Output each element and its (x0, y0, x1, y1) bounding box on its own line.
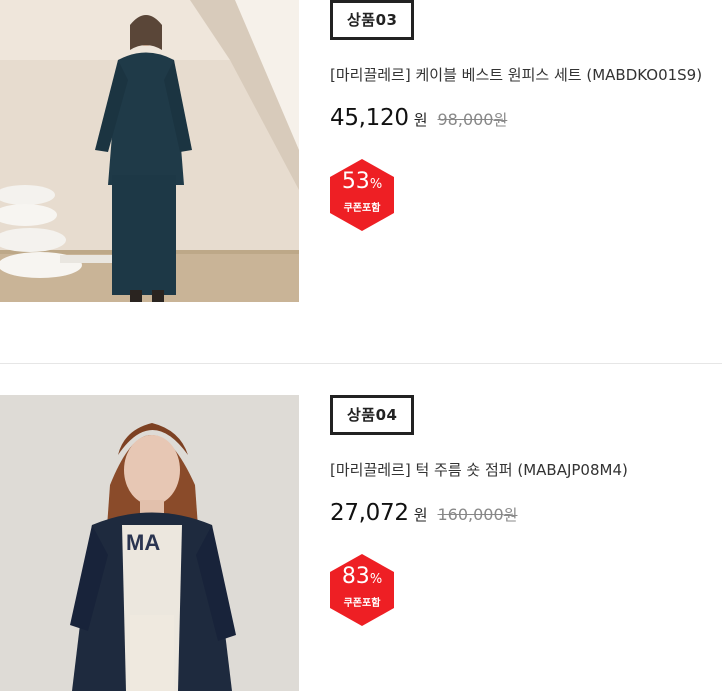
product-image[interactable]: MA (0, 395, 299, 691)
product-number-badge: 상품03 (330, 0, 415, 40)
discount-value: 83 (341, 564, 370, 589)
product-number-badge: 상품04 (330, 395, 415, 435)
discount-symbol: % (369, 572, 383, 587)
product-card: 상품03 [마리끌레르] 케이블 베스트 원피스 세트 (MABDKO01S9)… (0, 0, 722, 302)
svg-text:MA: MA (126, 530, 160, 555)
discount-value: 53 (341, 169, 370, 194)
product-image[interactable] (0, 0, 299, 302)
original-price-unit: 원 (503, 506, 518, 524)
discount-badge: 83% 쿠폰포함 (330, 554, 394, 626)
coupon-included-label: 쿠폰포함 (343, 203, 381, 214)
discount-badge: 53% 쿠폰포함 (330, 159, 394, 231)
sale-price-unit: 원 (413, 506, 428, 524)
divider (0, 363, 722, 364)
discount-rate: 83% (330, 564, 394, 593)
product-info: 상품03 [마리끌레르] 케이블 베스트 원피스 세트 (MABDKO01S9)… (330, 0, 722, 231)
coupon-included-label: 쿠폰포함 (343, 598, 381, 609)
original-price-unit: 원 (493, 111, 508, 129)
price-row: 27,072 원 160,000원 (330, 500, 722, 530)
discount-symbol: % (369, 177, 383, 192)
product-card: MA 상품04 [마리끌레르] 턱 주름 숏 점퍼 (MABAJP08M4) 2… (0, 395, 722, 691)
original-price-value: 160,000 (437, 505, 504, 524)
product-name-link[interactable]: [마리끌레르] 턱 주름 숏 점퍼 (MABAJP08M4) (330, 459, 722, 480)
price-row: 45,120 원 98,000원 (330, 105, 722, 135)
product-photo (0, 0, 299, 302)
product-name-link[interactable]: [마리끌레르] 케이블 베스트 원피스 세트 (MABDKO01S9) (330, 64, 722, 85)
product-photo: MA (0, 395, 299, 691)
original-price-value: 98,000 (437, 110, 494, 129)
product-info: 상품04 [마리끌레르] 턱 주름 숏 점퍼 (MABAJP08M4) 27,0… (330, 395, 722, 626)
original-price: 98,000원 (438, 109, 508, 130)
discount-rate: 53% (330, 169, 394, 198)
sale-price: 27,072 (330, 500, 409, 526)
original-price: 160,000원 (438, 504, 518, 525)
sale-price: 45,120 (330, 105, 409, 131)
sale-price-unit: 원 (413, 111, 428, 129)
